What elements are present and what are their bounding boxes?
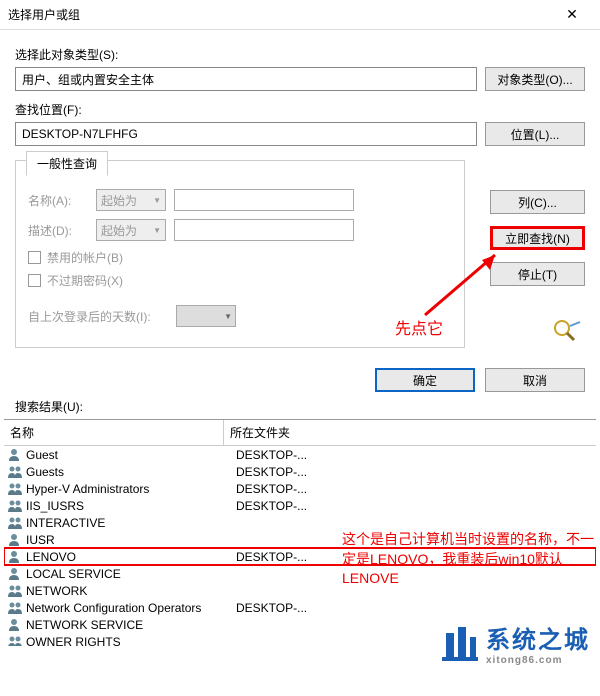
disabled-label: 禁用的帐户(B) bbox=[47, 249, 123, 266]
cancel-button[interactable]: 取消 bbox=[485, 368, 585, 392]
noexpire-checkbox[interactable] bbox=[28, 274, 41, 287]
object-types-button[interactable]: 对象类型(O)... bbox=[485, 67, 585, 91]
group-icon bbox=[8, 601, 24, 615]
close-button[interactable]: ✕ bbox=[552, 0, 592, 30]
result-row[interactable]: Network Configuration OperatorsDESKTOP-.… bbox=[4, 599, 596, 616]
result-name: IUSR bbox=[26, 533, 236, 547]
query-tab[interactable]: 一般性查询 bbox=[26, 151, 108, 176]
annotation-click-first: 先点它 bbox=[395, 315, 443, 339]
result-row[interactable]: INTERACTIVE bbox=[4, 514, 596, 531]
user-icon bbox=[8, 550, 24, 564]
user-icon bbox=[8, 533, 24, 547]
name-input[interactable] bbox=[174, 189, 354, 211]
result-row[interactable]: IIS_IUSRSDESKTOP-... bbox=[4, 497, 596, 514]
result-name: Guest bbox=[26, 448, 236, 462]
desc-combo[interactable]: 起始为▼ bbox=[96, 219, 166, 241]
watermark: 系统之城 xitong86.com bbox=[440, 620, 590, 666]
object-type-input[interactable] bbox=[15, 67, 477, 91]
name-combo[interactable]: 起始为▼ bbox=[96, 189, 166, 211]
chevron-down-icon: ▼ bbox=[224, 312, 232, 321]
find-now-button[interactable]: 立即查找(N) bbox=[490, 226, 585, 250]
group-icon bbox=[8, 516, 24, 530]
disabled-checkbox[interactable] bbox=[28, 251, 41, 264]
name-label: 名称(A): bbox=[28, 192, 88, 209]
result-name: OWNER RIGHTS bbox=[26, 635, 236, 647]
chevron-down-icon: ▼ bbox=[153, 226, 161, 235]
result-name: NETWORK bbox=[26, 584, 236, 598]
user-icon bbox=[8, 567, 24, 581]
watermark-text: 系统之城 xitong86.com bbox=[486, 620, 590, 666]
search-results-label: 搜索结果(U): bbox=[0, 398, 600, 419]
result-row[interactable]: GuestsDESKTOP-... bbox=[4, 463, 596, 480]
watermark-main: 系统之城 bbox=[486, 620, 590, 655]
result-folder: DESKTOP-... bbox=[236, 499, 596, 513]
columns-button[interactable]: 列(C)... bbox=[490, 190, 585, 214]
user-icon bbox=[8, 618, 24, 632]
result-name: Guests bbox=[26, 465, 236, 479]
result-folder: DESKTOP-... bbox=[236, 465, 596, 479]
search-icon bbox=[552, 318, 582, 344]
result-row[interactable]: GuestDESKTOP-... bbox=[4, 446, 596, 463]
locations-button[interactable]: 位置(L)... bbox=[485, 122, 585, 146]
user-icon bbox=[8, 448, 24, 462]
result-name: IIS_IUSRS bbox=[26, 499, 236, 513]
annotation-lenovo: 这个是自己计算机当时设置的名称，不一定是LENOVO，我重装后win10默认LE… bbox=[342, 530, 600, 589]
noexpire-label: 不过期密码(X) bbox=[47, 272, 123, 289]
location-label: 查找位置(F): bbox=[15, 101, 585, 118]
col-folder-header[interactable]: 所在文件夹 bbox=[224, 420, 596, 445]
result-name: Hyper-V Administrators bbox=[26, 482, 236, 496]
stop-button[interactable]: 停止(T) bbox=[490, 262, 585, 286]
logo-icon bbox=[440, 623, 480, 663]
window-title: 选择用户或组 bbox=[8, 6, 552, 23]
ok-button[interactable]: 确定 bbox=[375, 368, 475, 392]
group-icon bbox=[8, 465, 24, 479]
group-icon bbox=[8, 635, 24, 647]
result-folder: DESKTOP-... bbox=[236, 482, 596, 496]
titlebar: 选择用户或组 ✕ bbox=[0, 0, 600, 30]
result-name: NETWORK SERVICE bbox=[26, 618, 236, 632]
result-row[interactable]: Hyper-V AdministratorsDESKTOP-... bbox=[4, 480, 596, 497]
result-name: Network Configuration Operators bbox=[26, 601, 236, 615]
col-name-header[interactable]: 名称 bbox=[4, 420, 224, 445]
results-header: 名称 所在文件夹 bbox=[4, 420, 596, 446]
result-name: LENOVO bbox=[26, 550, 236, 564]
side-buttons: 列(C)... 立即查找(N) 停止(T) bbox=[490, 190, 585, 286]
result-name: LOCAL SERVICE bbox=[26, 567, 236, 581]
result-folder: DESKTOP-... bbox=[236, 601, 596, 615]
chevron-down-icon: ▼ bbox=[153, 196, 161, 205]
group-icon bbox=[8, 482, 24, 496]
days-combo[interactable]: ▼ bbox=[176, 305, 236, 327]
result-name: INTERACTIVE bbox=[26, 516, 236, 530]
watermark-sub: xitong86.com bbox=[486, 655, 590, 666]
group-icon bbox=[8, 499, 24, 513]
desc-label: 描述(D): bbox=[28, 222, 88, 239]
dialog-buttons: 确定 取消 bbox=[0, 358, 600, 398]
location-input[interactable] bbox=[15, 122, 477, 146]
desc-input[interactable] bbox=[174, 219, 354, 241]
days-label: 自上次登录后的天数(I): bbox=[28, 308, 168, 325]
object-type-label: 选择此对象类型(S): bbox=[15, 46, 585, 63]
result-folder: DESKTOP-... bbox=[236, 448, 596, 462]
group-icon bbox=[8, 584, 24, 598]
